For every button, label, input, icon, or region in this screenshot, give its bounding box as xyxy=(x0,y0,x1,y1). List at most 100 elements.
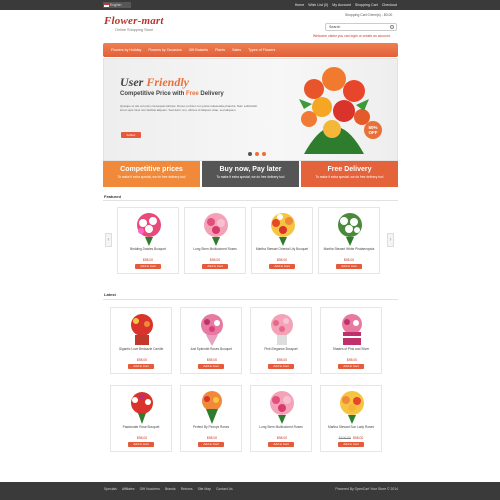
footer-link-brands[interactable]: Brands xyxy=(165,482,176,496)
add-to-cart-button[interactable]: Add to Cart xyxy=(336,264,362,269)
product-card[interactable]: Long Stem Multicolored Roses $98.00 Add … xyxy=(250,385,312,452)
product-card[interactable]: Long Stem Multicolored Roses $98.00 Add … xyxy=(184,207,246,274)
product-image xyxy=(204,213,228,246)
product-price: $98.00 xyxy=(142,258,154,262)
product-card[interactable]: Martha Stewart Oriental Lily Bouquet $98… xyxy=(251,207,313,274)
product-card[interactable]: Passionate Rose Bouquet $98.00 Add to Ca… xyxy=(110,385,172,452)
add-to-cart-button[interactable]: Add to Cart xyxy=(268,442,294,447)
banner-title-plain: User xyxy=(120,75,144,89)
product-name[interactable]: Perfect By Peonys Roses xyxy=(181,425,241,430)
nav-item-types[interactable]: Types of Flowers xyxy=(248,43,275,57)
latest-title: Latest xyxy=(104,292,116,297)
product-card[interactable]: Perfect By Peonys Roses $98.00 Add to Ca… xyxy=(180,385,242,452)
nav-item-occasion[interactable]: Flowers by Occasion xyxy=(148,43,181,57)
product-image xyxy=(131,314,153,345)
divider xyxy=(103,200,398,201)
add-to-cart-button[interactable]: Add to Cart xyxy=(128,364,154,369)
product-name[interactable]: Bedding Daisies Bouquet xyxy=(118,247,178,252)
add-to-cart-button[interactable]: Add to Cart xyxy=(338,442,364,447)
top-link-cart[interactable]: Shopping Cart xyxy=(355,0,378,10)
product-name[interactable]: Long Stem Multicolored Roses xyxy=(251,425,311,430)
product-image xyxy=(340,391,364,424)
top-link-checkout[interactable]: Checkout xyxy=(382,0,397,10)
promo-text: To make it extra special, we do free del… xyxy=(216,175,285,179)
product-card[interactable]: Martha Stewart White Phalaenopsis $98.00… xyxy=(318,207,380,274)
product-new-price: $98.00 xyxy=(352,436,364,440)
banner-follow-button[interactable]: Follow xyxy=(121,132,141,138)
product-image xyxy=(342,314,362,345)
product-name[interactable]: Shades of Pink and Silver xyxy=(321,347,381,352)
nav-item-sales[interactable]: Sales xyxy=(232,43,241,57)
product-name[interactable]: Martha Stewart Sun Lady Roses xyxy=(321,425,381,430)
add-to-cart-button[interactable]: Add to Cart xyxy=(135,264,161,269)
slider-dot[interactable] xyxy=(262,152,266,156)
nav-item-plants[interactable]: Plants xyxy=(215,43,225,57)
flag-icon xyxy=(104,3,109,7)
promo-text: To make it extra special, we do free del… xyxy=(315,175,384,179)
slider-dot[interactable] xyxy=(248,152,252,156)
product-new-price: $98.00 xyxy=(206,436,218,440)
product-card[interactable]: Shades of Pink and Silver $98.00 Add to … xyxy=(320,307,382,374)
add-to-cart-button[interactable]: Add to Cart xyxy=(338,364,364,369)
product-image xyxy=(271,213,295,246)
promo-title: Competitive prices xyxy=(120,166,183,173)
product-card[interactable]: Pink Elegance Bouquet $98.00 Add to Cart xyxy=(250,307,312,374)
nav-item-gift-baskets[interactable]: Gift Baskets xyxy=(189,43,208,57)
search-icon[interactable] xyxy=(390,25,394,29)
slider-dot[interactable] xyxy=(255,152,259,156)
top-link-wishlist[interactable]: Wish List (0) xyxy=(308,0,328,10)
discount-badge: 50% OFF xyxy=(364,121,382,139)
footer-link-gift-vouchers[interactable]: Gift Vouchers xyxy=(140,482,160,496)
footer-link-returns[interactable]: Returns xyxy=(181,482,193,496)
top-link-home[interactable]: Home xyxy=(295,0,305,10)
product-card[interactable]: Martha Stewart Sun Lady Roses $100.00 $98… xyxy=(320,385,382,452)
cart-summary[interactable]: Shopping Cart 0 item(s) - $0.00 xyxy=(345,13,392,17)
footer-link-site-map[interactable]: Site Map xyxy=(198,482,211,496)
add-to-cart-button[interactable]: Add to Cart xyxy=(269,264,295,269)
product-name[interactable]: Pink Elegance Bouquet xyxy=(251,347,311,352)
product-new-price: $98.00 xyxy=(276,358,288,362)
nav-item-holiday[interactable]: Flowers by Holiday xyxy=(111,43,141,57)
footer-link-specials[interactable]: Specials xyxy=(104,482,117,496)
product-name[interactable]: Just Splendid Roses Bouquet xyxy=(181,347,241,352)
carousel-prev-button[interactable]: ‹ xyxy=(105,233,112,247)
promo-free-delivery[interactable]: Free Delivery To make it extra special, … xyxy=(301,161,398,187)
product-price: $100.00 $98.00 xyxy=(321,436,381,440)
promo-competitive-prices[interactable]: Competitive prices To make it extra spec… xyxy=(103,161,200,187)
promo-buy-now[interactable]: Buy now, Pay later To make it extra spec… xyxy=(202,161,299,187)
product-price: $98.00 xyxy=(209,258,221,262)
promo-title: Free Delivery xyxy=(327,166,372,173)
product-new-price: $98.00 xyxy=(276,436,288,440)
product-name[interactable]: Martha Stewart Oriental Lily Bouquet xyxy=(252,247,312,252)
welcome-text[interactable]: Welcome visitor you can login or create … xyxy=(313,34,391,38)
top-link-account[interactable]: My Account xyxy=(332,0,351,10)
product-image xyxy=(270,391,294,424)
product-new-price: $98.00 xyxy=(206,358,218,362)
add-to-cart-button[interactable]: Add to Cart xyxy=(198,442,224,447)
language-selector[interactable]: English xyxy=(103,2,131,8)
product-card[interactable]: Bedding Daisies Bouquet $98.00 Add to Ca… xyxy=(117,207,179,274)
footer-link-contact[interactable]: Contact Us xyxy=(216,482,233,496)
carousel-next-button[interactable]: › xyxy=(387,233,394,247)
banner-title: User Friendly xyxy=(120,75,189,90)
slider-dots xyxy=(248,152,266,156)
product-name[interactable]: Passionate Rose Bouquet xyxy=(111,425,171,430)
product-price: $98.00 xyxy=(181,436,241,440)
product-new-price: $98.00 xyxy=(346,358,358,362)
product-price: $98.00 xyxy=(251,436,311,440)
divider xyxy=(103,299,398,300)
add-to-cart-button[interactable]: Add to Cart xyxy=(202,264,228,269)
footer-link-affiliates[interactable]: Affiliates xyxy=(122,482,135,496)
bouquet-image xyxy=(299,67,370,154)
search-input[interactable]: Search xyxy=(325,23,397,31)
product-card[interactable]: Gigantic Love Bedazzle Candle $98.00 Add… xyxy=(110,307,172,374)
product-card[interactable]: Just Splendid Roses Bouquet $98.00 Add t… xyxy=(180,307,242,374)
product-name[interactable]: Gigantic Love Bedazzle Candle xyxy=(111,347,171,352)
add-to-cart-button[interactable]: Add to Cart xyxy=(198,364,224,369)
product-name[interactable]: Long Stem Multicolored Roses xyxy=(185,247,245,252)
discount-off-label: OFF xyxy=(368,130,378,135)
add-to-cart-button[interactable]: Add to Cart xyxy=(268,364,294,369)
logo-title[interactable]: Flower-mart xyxy=(104,15,164,27)
add-to-cart-button[interactable]: Add to Cart xyxy=(128,442,154,447)
product-name[interactable]: Martha Stewart White Phalaenopsis xyxy=(319,247,379,252)
